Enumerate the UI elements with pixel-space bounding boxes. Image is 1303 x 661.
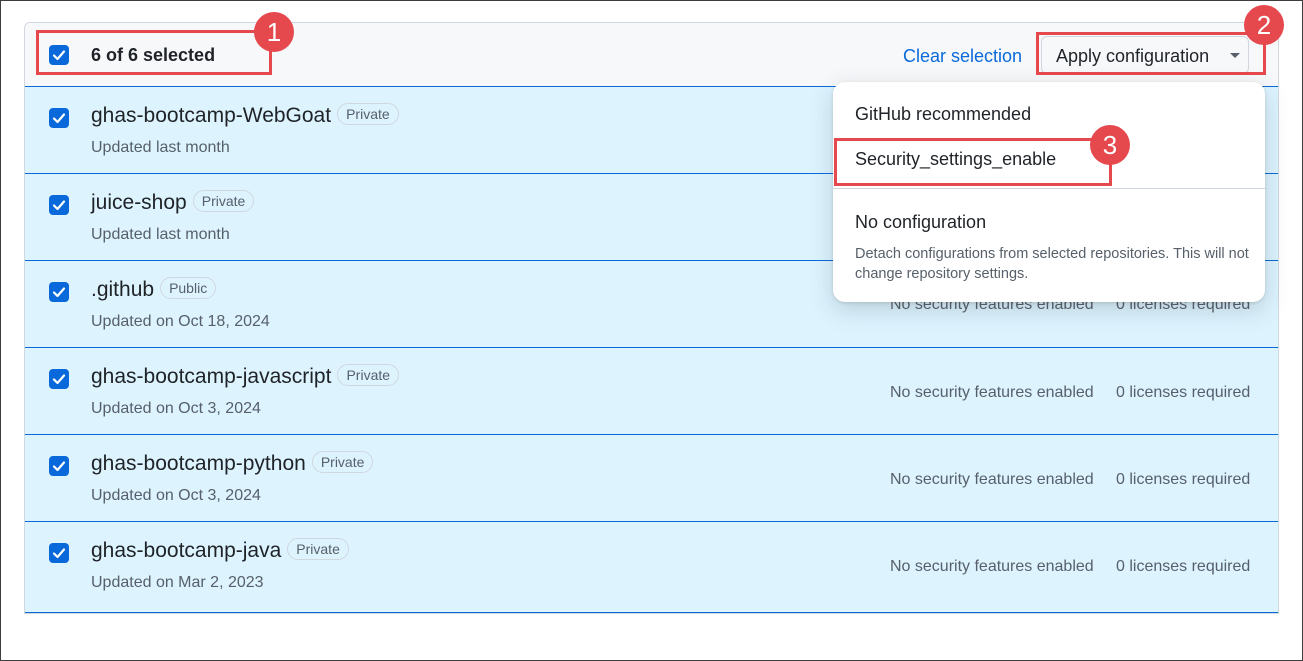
repo-name-link[interactable]: ghas-bootcamp-java: [91, 539, 281, 562]
checkmark-icon: [52, 374, 66, 385]
highlight-box-apply: [1036, 32, 1266, 75]
checkmark-icon: [52, 461, 66, 472]
callout-badge-1: 1: [254, 12, 294, 52]
checkmark-icon: [52, 548, 66, 559]
menu-item-no-configuration[interactable]: No configuration: [855, 212, 986, 233]
repo-row[interactable]: ghas-bootcamp-java Private Updated on Mar…: [25, 521, 1278, 613]
repo-name-link[interactable]: .github: [91, 278, 154, 301]
menu-divider: [833, 188, 1265, 189]
licenses-required: 0 licenses required: [1116, 471, 1251, 488]
security-features-status: No security features enabled: [890, 384, 1094, 401]
repo-name-link[interactable]: ghas-bootcamp-javascript: [91, 365, 331, 388]
repo-checkbox[interactable]: [49, 369, 69, 389]
licenses-required: 0 licenses required: [1116, 384, 1251, 401]
visibility-badge: Private: [311, 451, 374, 473]
checkmark-icon: [52, 113, 66, 124]
repo-checkbox[interactable]: [49, 543, 69, 563]
visibility-badge: Private: [337, 364, 400, 386]
checkmark-icon: [52, 200, 66, 211]
repo-row[interactable]: ghas-bootcamp-javascript Private Updated …: [25, 347, 1278, 434]
highlight-box-selection: [36, 30, 272, 75]
repo-updated: Updated on Oct 18, 2024: [91, 313, 270, 330]
visibility-badge: Public: [160, 277, 217, 299]
repo-name-line: .github Public: [91, 277, 217, 302]
repo-checkbox[interactable]: [49, 108, 69, 128]
repo-name-line: ghas-bootcamp-WebGoat Private: [91, 103, 399, 128]
repo-name-link[interactable]: ghas-bootcamp-WebGoat: [91, 104, 331, 127]
repo-checkbox[interactable]: [49, 195, 69, 215]
visibility-badge: Private: [192, 190, 255, 212]
repo-name-line: ghas-bootcamp-javascript Private: [91, 364, 400, 389]
licenses-required: 0 licenses required: [1116, 558, 1251, 575]
repo-name-link[interactable]: juice-shop: [91, 191, 187, 214]
repo-updated: Updated last month: [91, 226, 230, 243]
repo-name-line: juice-shop Private: [91, 190, 255, 215]
visibility-badge: Private: [337, 103, 399, 125]
clear-selection-link[interactable]: Clear selection: [903, 46, 1022, 67]
security-features-status: No security features enabled: [890, 471, 1094, 488]
repo-updated: Updated on Oct 3, 2024: [91, 487, 261, 504]
highlight-box-security-settings: [834, 138, 1112, 186]
repo-name-line: ghas-bootcamp-java Private: [91, 538, 349, 563]
apply-configuration-menu: GitHub recommended Security_settings_ena…: [833, 82, 1265, 302]
repo-checkbox[interactable]: [49, 456, 69, 476]
repo-row[interactable]: ghas-bootcamp-python Private Updated on O…: [25, 434, 1278, 521]
menu-item-github-recommended[interactable]: GitHub recommended: [855, 104, 1031, 125]
repo-name-link[interactable]: ghas-bootcamp-python: [91, 452, 306, 475]
callout-badge-3: 3: [1090, 125, 1130, 165]
repo-checkbox[interactable]: [49, 282, 69, 302]
no-configuration-description: Detach configurations from selected repo…: [855, 246, 1249, 282]
repo-updated: Updated on Oct 3, 2024: [91, 400, 261, 417]
repo-name-line: ghas-bootcamp-python Private: [91, 451, 374, 476]
security-features-status: No security features enabled: [890, 558, 1094, 575]
visibility-badge: Private: [287, 538, 349, 560]
repo-updated: Updated last month: [91, 139, 230, 156]
callout-badge-2: 2: [1244, 5, 1284, 45]
checkmark-icon: [52, 287, 66, 298]
repo-updated: Updated on Mar 2, 2023: [91, 574, 264, 591]
